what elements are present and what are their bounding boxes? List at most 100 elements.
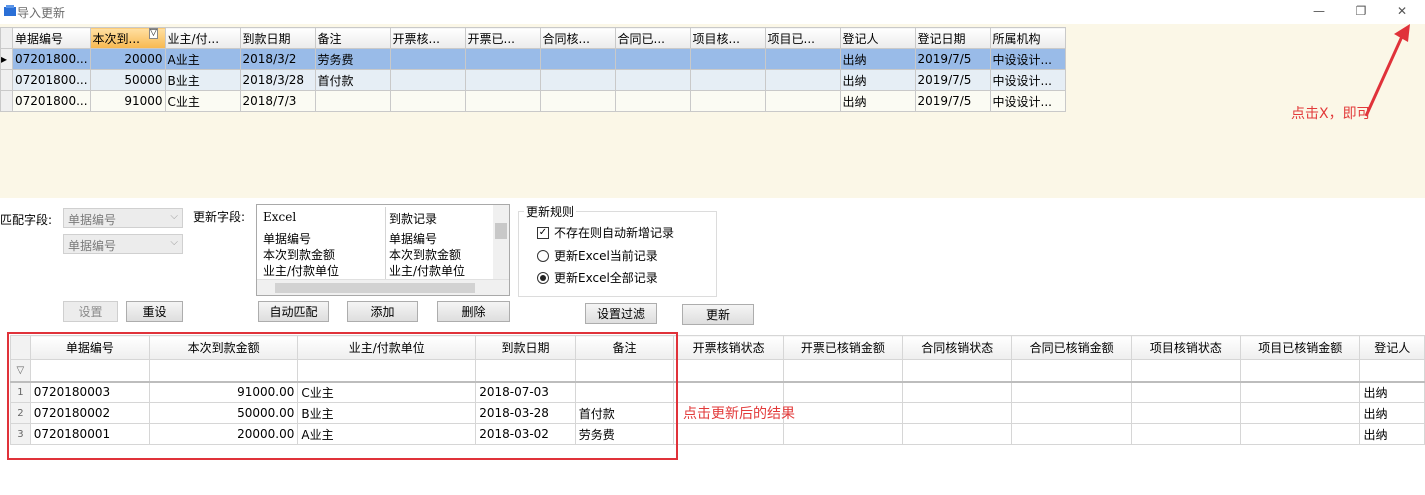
table-cell[interactable] [902, 423, 1013, 445]
table-cell[interactable]: 07201800... [12, 48, 91, 70]
table-cell[interactable] [902, 402, 1013, 424]
table-cell[interactable] [389, 90, 466, 112]
table-cell[interactable] [539, 90, 616, 112]
filter-dropdown-icon[interactable]: ▽ [149, 28, 158, 39]
table-cell[interactable]: 20000 [89, 48, 166, 70]
table-cell[interactable] [764, 90, 841, 112]
table-cell[interactable]: A业主 [164, 48, 241, 70]
col-header[interactable]: 登记人 [839, 27, 916, 49]
table-cell[interactable] [389, 69, 466, 91]
minimize-button[interactable]: — [1304, 0, 1334, 22]
scroll-thumb[interactable] [275, 283, 475, 293]
table-cell[interactable] [539, 48, 616, 70]
table-row[interactable]: 07201800... 91000 C业主 2018/7/3 出纳 2019/7… [0, 90, 1066, 112]
table-cell[interactable]: 首付款 [314, 69, 391, 91]
table-cell[interactable] [614, 48, 691, 70]
table-cell[interactable] [782, 423, 904, 445]
table-cell[interactable] [464, 90, 541, 112]
vertical-scrollbar[interactable] [493, 205, 509, 279]
table-cell[interactable]: 出纳 [1359, 402, 1425, 424]
col-header[interactable]: 合同已核销金额 [1011, 335, 1132, 360]
table-cell[interactable] [689, 48, 766, 70]
table-cell[interactable] [673, 423, 784, 445]
col-header[interactable]: 项目已... [764, 27, 841, 49]
update-button[interactable]: 更新 [682, 304, 754, 325]
table-cell[interactable] [1240, 381, 1361, 403]
set-filter-button[interactable]: 设置过滤 [585, 303, 657, 324]
table-cell[interactable] [1240, 423, 1361, 445]
table-cell[interactable] [1011, 423, 1132, 445]
col-header[interactable]: 到款日期 [239, 27, 316, 49]
col-header[interactable]: 开票已核销金额 [782, 335, 904, 360]
table-cell[interactable]: 出纳 [839, 48, 916, 70]
table-cell[interactable] [689, 90, 766, 112]
col-header[interactable]: 登记人 [1359, 335, 1425, 360]
table-cell[interactable] [782, 402, 904, 424]
table-cell[interactable]: 2018/7/3 [239, 90, 316, 112]
table-cell[interactable] [1011, 402, 1132, 424]
horizontal-scrollbar[interactable] [257, 279, 509, 295]
table-cell[interactable]: 91000 [89, 90, 166, 112]
table-cell[interactable]: 出纳 [1359, 423, 1425, 445]
table-cell[interactable] [902, 381, 1013, 403]
table-cell[interactable] [689, 69, 766, 91]
table-cell[interactable]: B业主 [164, 69, 241, 91]
filter-cell[interactable] [1130, 359, 1242, 383]
col-header[interactable]: 单据编号 [12, 27, 91, 49]
delete-button[interactable]: 删除 [437, 301, 510, 322]
table-cell[interactable]: 出纳 [1359, 381, 1425, 403]
table-cell[interactable] [614, 69, 691, 91]
col-header[interactable]: 项目核... [689, 27, 766, 49]
col-header[interactable]: 合同核... [539, 27, 616, 49]
table-row[interactable]: 07201800... 50000 B业主 2018/3/28 首付款 出纳 2… [0, 69, 1066, 91]
col-header[interactable]: 合同核销状态 [902, 335, 1013, 360]
table-cell[interactable]: 中设设计... [989, 90, 1066, 112]
scroll-thumb[interactable] [495, 223, 507, 239]
reset-button[interactable]: 重设 [126, 301, 183, 322]
filter-cell[interactable] [673, 359, 784, 383]
table-cell[interactable]: 劳务费 [314, 48, 391, 70]
col-header[interactable]: 开票已... [464, 27, 541, 49]
table-cell[interactable] [1130, 402, 1242, 424]
table-cell[interactable] [1240, 402, 1361, 424]
table-cell[interactable] [764, 48, 841, 70]
col-header[interactable]: 开票核销状态 [673, 335, 784, 360]
update-all-radio[interactable]: 更新Excel全部记录 [537, 269, 658, 286]
update-current-radio[interactable]: 更新Excel当前记录 [537, 247, 658, 264]
filter-cell[interactable] [1359, 359, 1425, 383]
table-cell[interactable] [464, 69, 541, 91]
col-header[interactable]: 合同已... [614, 27, 691, 49]
table-cell[interactable]: 2018/3/28 [239, 69, 316, 91]
table-cell[interactable] [464, 48, 541, 70]
col-header[interactable]: 所属机构 [989, 27, 1066, 49]
table-cell[interactable]: 2019/7/5 [914, 90, 991, 112]
table-row[interactable]: ▸ 07201800... 20000 A业主 2018/3/2 劳务费 出纳 … [0, 48, 1066, 70]
field-mapping-list[interactable]: Excel 到款记录 单据编号 单据编号 本次到款金额 本次到款金额 业主/付款… [256, 204, 510, 296]
table-cell[interactable] [614, 90, 691, 112]
table-cell[interactable]: 2019/7/5 [914, 69, 991, 91]
table-cell[interactable] [314, 90, 391, 112]
table-cell[interactable]: 出纳 [839, 69, 916, 91]
match-field-combo-2[interactable]: 单据编号 ⌵ [63, 234, 183, 254]
restore-button[interactable]: ❐ [1346, 0, 1376, 22]
table-cell[interactable]: 07201800... [12, 90, 91, 112]
table-cell[interactable]: 07201800... [12, 69, 91, 91]
table-cell[interactable]: 中设设计... [989, 48, 1066, 70]
filter-cell[interactable] [782, 359, 904, 383]
table-cell[interactable]: 2018/3/2 [239, 48, 316, 70]
add-button[interactable]: 添加 [347, 301, 418, 322]
table-cell[interactable] [764, 69, 841, 91]
table-cell[interactable] [1130, 423, 1242, 445]
filter-cell[interactable] [902, 359, 1013, 383]
table-cell[interactable] [539, 69, 616, 91]
auto-add-checkbox[interactable]: ✓ 不存在则自动新增记录 [537, 224, 674, 241]
col-header[interactable]: 业主/付... [164, 27, 241, 49]
col-header[interactable]: 项目已核销金额 [1240, 335, 1361, 360]
col-header[interactable]: 开票核... [389, 27, 466, 49]
table-cell[interactable] [782, 381, 904, 403]
set-button[interactable]: 设置 [63, 301, 118, 322]
table-cell[interactable] [389, 48, 466, 70]
table-cell[interactable]: 50000 [89, 69, 166, 91]
auto-match-button[interactable]: 自动匹配 [258, 301, 329, 322]
col-header[interactable]: 备注 [314, 27, 391, 49]
